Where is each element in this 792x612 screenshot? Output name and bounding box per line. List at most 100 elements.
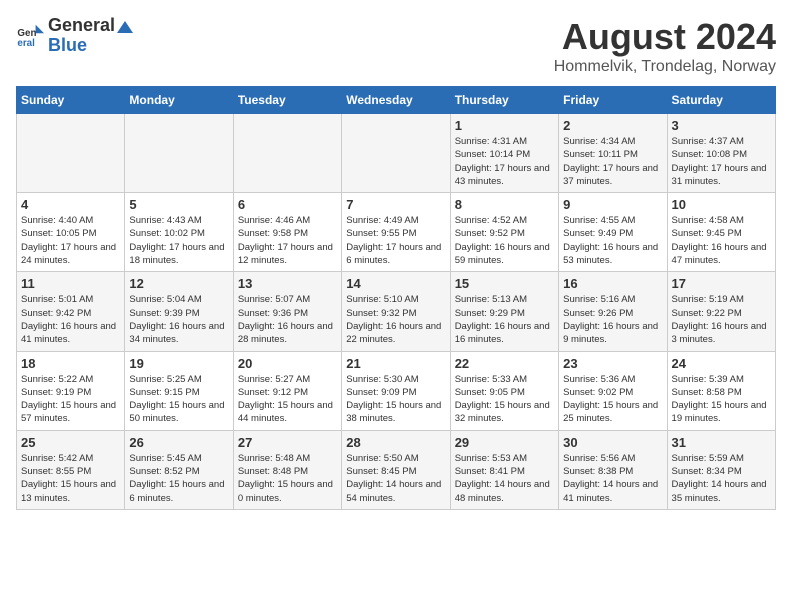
- day-info: Sunrise: 4:31 AM Sunset: 10:14 PM Daylig…: [455, 135, 554, 188]
- calendar-week-row: 25 Sunrise: 5:42 AM Sunset: 8:55 PM Dayli…: [17, 430, 776, 509]
- calendar-cell: 16Sunrise: 5:16 AM Sunset: 9:26 PM Dayli…: [559, 272, 667, 351]
- calendar-cell: [17, 114, 125, 193]
- day-number: 28: [346, 435, 445, 450]
- calendar-cell: 26Sunrise: 5:45 AM Sunset: 8:52 PM Dayli…: [125, 430, 233, 509]
- logo-general: General: [48, 15, 115, 35]
- day-number: 3: [672, 118, 771, 133]
- day-info: Sunrise: 4:46 AM Sunset: 9:58 PM Dayligh…: [238, 214, 337, 267]
- day-info: Sunrise: 5:56 AM Sunset: 8:38 PM Dayligh…: [563, 452, 662, 505]
- day-info: Sunrise: 4:43 AM Sunset: 10:02 PM Daylig…: [129, 214, 228, 267]
- day-number: 18: [21, 356, 120, 371]
- day-info: Sunrise: 5:50 AM Sunset: 8:45 PM Dayligh…: [346, 452, 445, 505]
- day-info: Sunrise: 5:36 AM Sunset: 9:02 PM Dayligh…: [563, 373, 662, 426]
- calendar-cell: 18 Sunrise: 5:22 AM Sunset: 9:19 PM Dayli…: [17, 351, 125, 430]
- col-header-thursday: Thursday: [450, 87, 558, 114]
- calendar-cell: 17 Sunrise: 5:19 AM Sunset: 9:22 PM Dayli…: [667, 272, 775, 351]
- day-number: 17: [672, 276, 771, 291]
- day-number: 20: [238, 356, 337, 371]
- day-number: 16: [563, 276, 662, 291]
- day-number: 30: [563, 435, 662, 450]
- calendar-cell: 24 Sunrise: 5:39 AM Sunset: 8:58 PM Dayli…: [667, 351, 775, 430]
- calendar-cell: 2Sunrise: 4:34 AM Sunset: 10:11 PM Dayli…: [559, 114, 667, 193]
- calendar-cell: 23 Sunrise: 5:36 AM Sunset: 9:02 PM Dayli…: [559, 351, 667, 430]
- calendar-cell: 3 Sunrise: 4:37 AM Sunset: 10:08 PM Dayli…: [667, 114, 775, 193]
- calendar-cell: 6 Sunrise: 4:46 AM Sunset: 9:58 PM Daylig…: [233, 193, 341, 272]
- calendar-cell: 4Sunrise: 4:40 AM Sunset: 10:05 PM Dayli…: [17, 193, 125, 272]
- day-info: Sunrise: 5:48 AM Sunset: 8:48 PM Dayligh…: [238, 452, 337, 505]
- calendar-cell: [125, 114, 233, 193]
- day-number: 1: [455, 118, 554, 133]
- logo-blue: Blue: [48, 35, 87, 55]
- calendar-cell: 13 Sunrise: 5:07 AM Sunset: 9:36 PM Dayli…: [233, 272, 341, 351]
- day-info: Sunrise: 4:55 AM Sunset: 9:49 PM Dayligh…: [563, 214, 662, 267]
- calendar-cell: 29Sunrise: 5:53 AM Sunset: 8:41 PM Dayli…: [450, 430, 558, 509]
- title-block: August 2024 Hommelvik, Trondelag, Norway: [554, 16, 776, 76]
- day-info: Sunrise: 4:49 AM Sunset: 9:55 PM Dayligh…: [346, 214, 445, 267]
- calendar-week-row: 4Sunrise: 4:40 AM Sunset: 10:05 PM Dayli…: [17, 193, 776, 272]
- day-info: Sunrise: 5:33 AM Sunset: 9:05 PM Dayligh…: [455, 373, 554, 426]
- day-info: Sunrise: 4:34 AM Sunset: 10:11 PM Daylig…: [563, 135, 662, 188]
- day-info: Sunrise: 4:52 AM Sunset: 9:52 PM Dayligh…: [455, 214, 554, 267]
- day-number: 6: [238, 197, 337, 212]
- calendar-cell: 7 Sunrise: 4:49 AM Sunset: 9:55 PM Daylig…: [342, 193, 450, 272]
- logo: Gen eral General Blue: [16, 16, 135, 56]
- day-info: Sunrise: 5:10 AM Sunset: 9:32 PM Dayligh…: [346, 293, 445, 346]
- calendar-cell: [233, 114, 341, 193]
- day-info: Sunrise: 5:53 AM Sunset: 8:41 PM Dayligh…: [455, 452, 554, 505]
- day-info: Sunrise: 5:39 AM Sunset: 8:58 PM Dayligh…: [672, 373, 771, 426]
- col-header-tuesday: Tuesday: [233, 87, 341, 114]
- page-header: Gen eral General Blue August 2024 Hommel…: [16, 16, 776, 76]
- calendar-week-row: 1 Sunrise: 4:31 AM Sunset: 10:14 PM Dayli…: [17, 114, 776, 193]
- calendar-cell: 8 Sunrise: 4:52 AM Sunset: 9:52 PM Daylig…: [450, 193, 558, 272]
- day-number: 24: [672, 356, 771, 371]
- day-number: 7: [346, 197, 445, 212]
- day-number: 26: [129, 435, 228, 450]
- calendar-cell: 25 Sunrise: 5:42 AM Sunset: 8:55 PM Dayli…: [17, 430, 125, 509]
- day-number: 25: [21, 435, 120, 450]
- calendar-header-row: SundayMondayTuesdayWednesdayThursdayFrid…: [17, 87, 776, 114]
- calendar-cell: 30 Sunrise: 5:56 AM Sunset: 8:38 PM Dayli…: [559, 430, 667, 509]
- day-number: 8: [455, 197, 554, 212]
- day-info: Sunrise: 5:27 AM Sunset: 9:12 PM Dayligh…: [238, 373, 337, 426]
- day-info: Sunrise: 5:19 AM Sunset: 9:22 PM Dayligh…: [672, 293, 771, 346]
- day-info: Sunrise: 4:37 AM Sunset: 10:08 PM Daylig…: [672, 135, 771, 188]
- location-subtitle: Hommelvik, Trondelag, Norway: [554, 58, 776, 76]
- day-number: 31: [672, 435, 771, 450]
- calendar-cell: 5Sunrise: 4:43 AM Sunset: 10:02 PM Dayli…: [125, 193, 233, 272]
- day-info: Sunrise: 5:22 AM Sunset: 9:19 PM Dayligh…: [21, 373, 120, 426]
- day-info: Sunrise: 5:25 AM Sunset: 9:15 PM Dayligh…: [129, 373, 228, 426]
- calendar-cell: 15Sunrise: 5:13 AM Sunset: 9:29 PM Dayli…: [450, 272, 558, 351]
- calendar-cell: 10Sunrise: 4:58 AM Sunset: 9:45 PM Dayli…: [667, 193, 775, 272]
- calendar-cell: 12Sunrise: 5:04 AM Sunset: 9:39 PM Dayli…: [125, 272, 233, 351]
- calendar-cell: 21Sunrise: 5:30 AM Sunset: 9:09 PM Dayli…: [342, 351, 450, 430]
- col-header-wednesday: Wednesday: [342, 87, 450, 114]
- day-number: 21: [346, 356, 445, 371]
- calendar-cell: 11Sunrise: 5:01 AM Sunset: 9:42 PM Dayli…: [17, 272, 125, 351]
- day-info: Sunrise: 5:42 AM Sunset: 8:55 PM Dayligh…: [21, 452, 120, 505]
- day-number: 9: [563, 197, 662, 212]
- day-number: 4: [21, 197, 120, 212]
- calendar-cell: 19Sunrise: 5:25 AM Sunset: 9:15 PM Dayli…: [125, 351, 233, 430]
- calendar-cell: 14 Sunrise: 5:10 AM Sunset: 9:32 PM Dayli…: [342, 272, 450, 351]
- day-number: 11: [21, 276, 120, 291]
- day-info: Sunrise: 5:04 AM Sunset: 9:39 PM Dayligh…: [129, 293, 228, 346]
- calendar-cell: [342, 114, 450, 193]
- col-header-sunday: Sunday: [17, 87, 125, 114]
- day-number: 13: [238, 276, 337, 291]
- calendar-cell: 31 Sunrise: 5:59 AM Sunset: 8:34 PM Dayli…: [667, 430, 775, 509]
- col-header-monday: Monday: [125, 87, 233, 114]
- day-info: Sunrise: 5:59 AM Sunset: 8:34 PM Dayligh…: [672, 452, 771, 505]
- day-info: Sunrise: 5:13 AM Sunset: 9:29 PM Dayligh…: [455, 293, 554, 346]
- calendar-cell: 1 Sunrise: 4:31 AM Sunset: 10:14 PM Dayli…: [450, 114, 558, 193]
- logo-blue-swoosh: [117, 21, 133, 33]
- day-number: 23: [563, 356, 662, 371]
- day-number: 14: [346, 276, 445, 291]
- day-info: Sunrise: 5:07 AM Sunset: 9:36 PM Dayligh…: [238, 293, 337, 346]
- logo-wordmark: General Blue: [48, 16, 135, 56]
- svg-text:eral: eral: [17, 38, 35, 49]
- day-number: 10: [672, 197, 771, 212]
- calendar-week-row: 11Sunrise: 5:01 AM Sunset: 9:42 PM Dayli…: [17, 272, 776, 351]
- calendar-week-row: 18 Sunrise: 5:22 AM Sunset: 9:19 PM Dayli…: [17, 351, 776, 430]
- col-header-friday: Friday: [559, 87, 667, 114]
- day-number: 27: [238, 435, 337, 450]
